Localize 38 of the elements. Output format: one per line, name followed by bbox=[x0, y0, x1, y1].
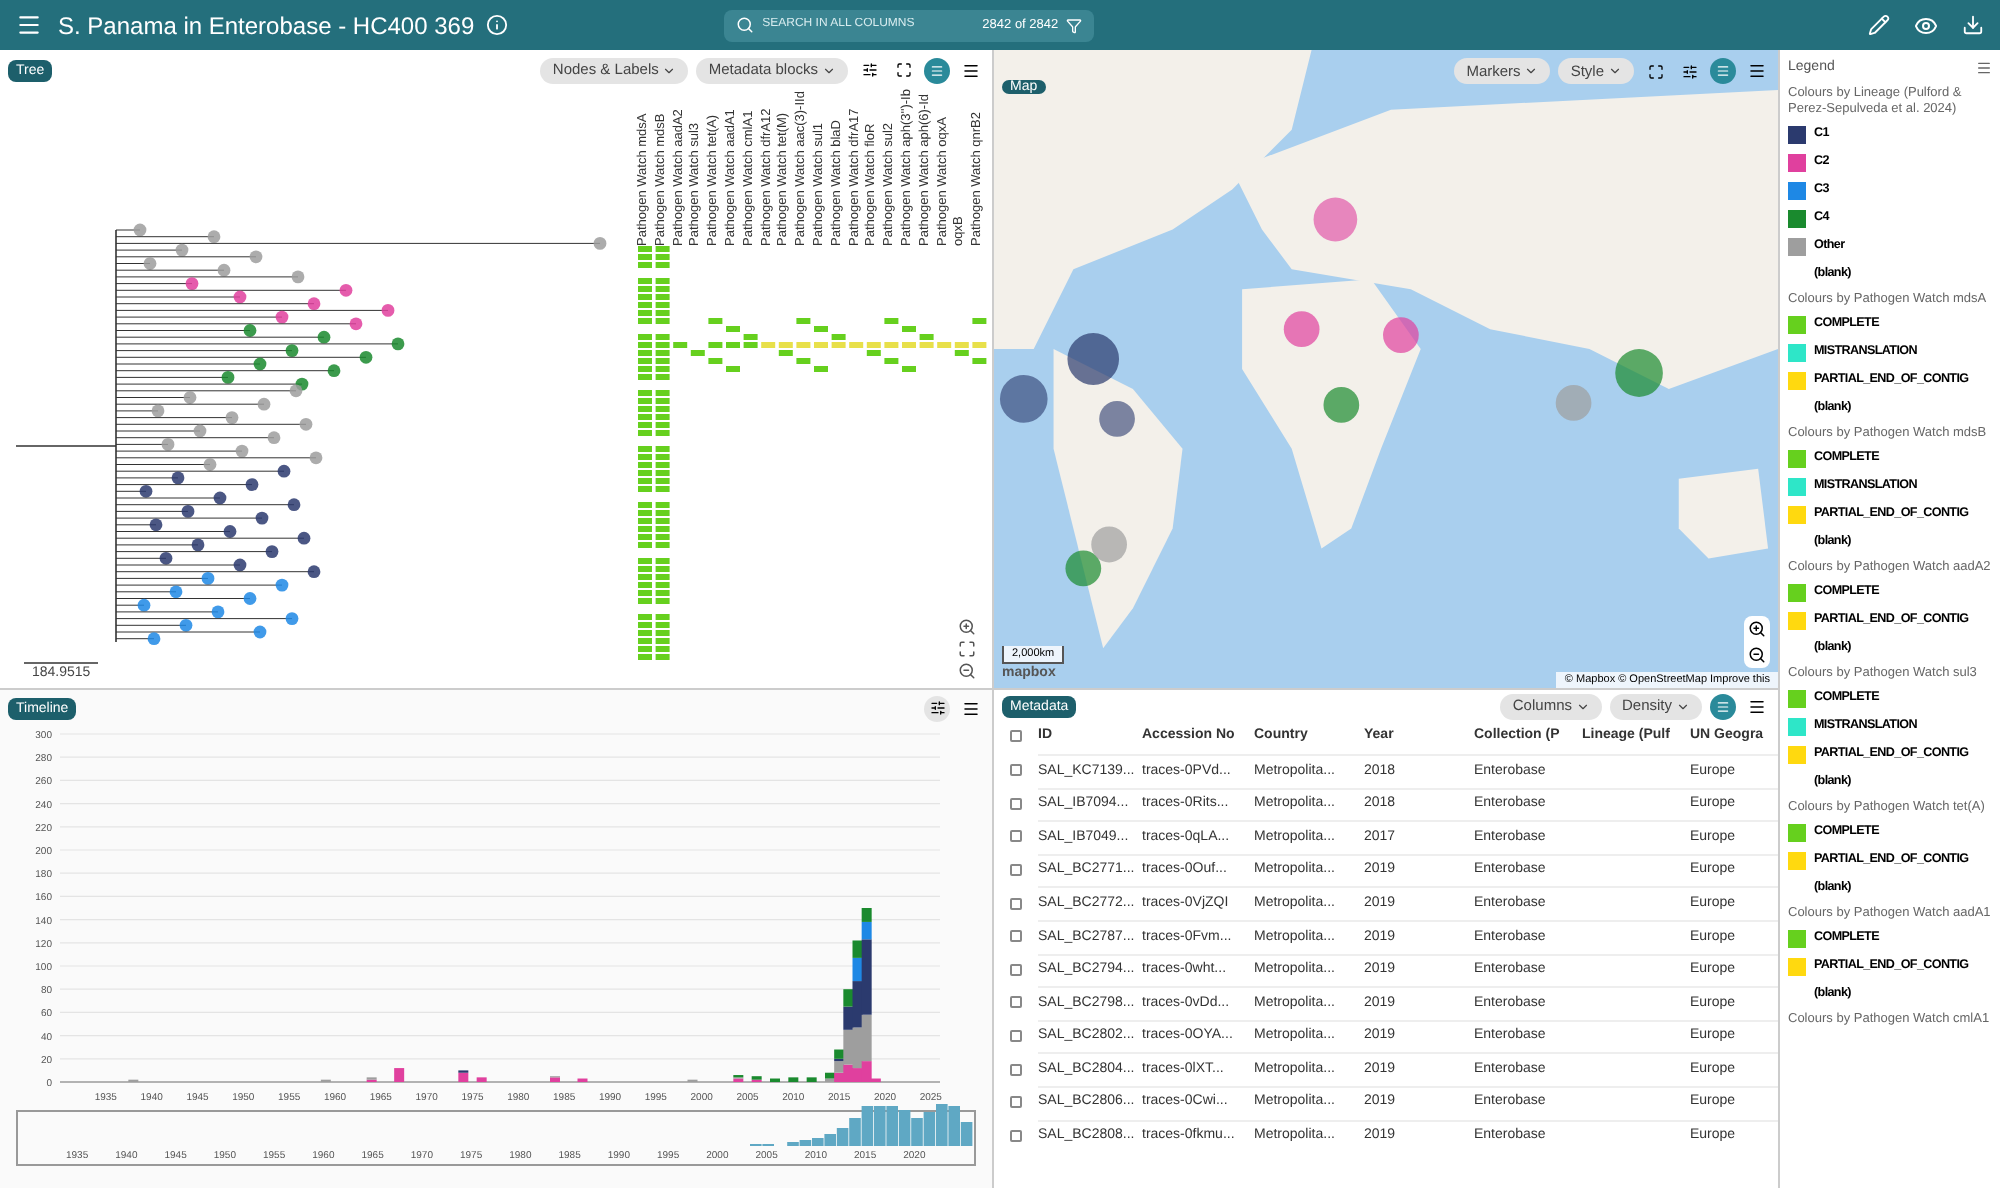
bar bbox=[394, 1068, 405, 1082]
row-checkbox[interactable] bbox=[1010, 1063, 1022, 1076]
edit-icon[interactable] bbox=[1868, 14, 1890, 36]
row-checkbox[interactable] bbox=[1010, 1129, 1022, 1142]
bar bbox=[476, 1077, 487, 1082]
row-checkbox[interactable] bbox=[1010, 764, 1022, 777]
fit-icon[interactable] bbox=[958, 640, 976, 658]
bar bbox=[788, 1077, 799, 1082]
sliders-icon[interactable] bbox=[924, 695, 950, 721]
view-icon[interactable] bbox=[1914, 13, 1938, 37]
caret-icon bbox=[662, 63, 677, 77]
caret-icon bbox=[1676, 699, 1690, 713]
caret-icon bbox=[1524, 64, 1539, 78]
zoom-in-icon[interactable] bbox=[1748, 620, 1766, 638]
row-checkbox[interactable] bbox=[1010, 1096, 1022, 1109]
page-title: S. Panama in Enterobase - HC400 369 bbox=[58, 9, 475, 43]
row-checkbox[interactable] bbox=[1010, 897, 1022, 910]
select-all-checkbox[interactable] bbox=[1010, 730, 1022, 742]
row-checkbox[interactable] bbox=[1010, 830, 1022, 843]
row-checkbox[interactable] bbox=[1010, 996, 1022, 1009]
filter-icon[interactable] bbox=[1066, 17, 1083, 33]
caret-icon bbox=[1608, 64, 1622, 78]
layers-icon[interactable] bbox=[924, 57, 950, 83]
row-checkbox[interactable] bbox=[1010, 864, 1022, 877]
zoom-out-icon[interactable] bbox=[958, 662, 976, 680]
download-icon[interactable] bbox=[1962, 14, 1984, 36]
row-checkbox[interactable] bbox=[1010, 930, 1022, 943]
zoom-out-icon[interactable] bbox=[1748, 646, 1766, 664]
search-icon bbox=[736, 16, 755, 34]
row-checkbox[interactable] bbox=[1010, 963, 1022, 976]
row-checkbox[interactable] bbox=[1010, 1030, 1022, 1043]
caret-icon bbox=[822, 63, 836, 77]
caret-icon bbox=[1575, 699, 1590, 713]
layers-icon[interactable] bbox=[1710, 693, 1736, 719]
info-icon[interactable] bbox=[486, 14, 509, 36]
bar bbox=[806, 1077, 817, 1082]
zoom-in-icon[interactable] bbox=[958, 618, 976, 636]
row-checkbox[interactable] bbox=[1010, 797, 1022, 810]
